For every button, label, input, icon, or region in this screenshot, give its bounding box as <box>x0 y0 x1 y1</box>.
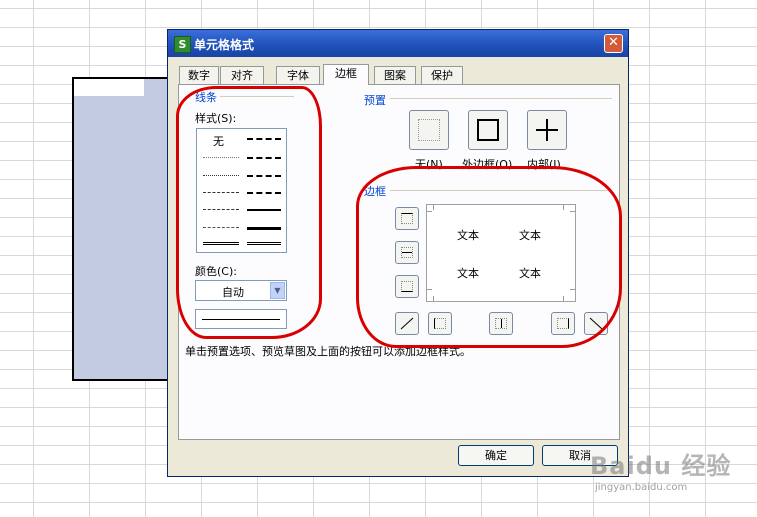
close-icon: ✕ <box>608 35 619 50</box>
preset-inside-button[interactable] <box>527 110 567 150</box>
presets-group-title: 预置 <box>364 94 386 107</box>
tab-pattern[interactable]: 图案 <box>374 66 416 84</box>
annotation-circle-border <box>356 166 622 348</box>
tab-alignment[interactable]: 对齐 <box>220 66 264 84</box>
dialog-titlebar[interactable]: S 单元格格式 ✕ <box>168 30 628 57</box>
watermark-url: jingyan.baidu.com <box>595 482 688 493</box>
close-button[interactable]: ✕ <box>604 34 623 53</box>
border-outline-icon <box>477 119 499 141</box>
tab-font[interactable]: 字体 <box>276 66 320 84</box>
preset-none-button[interactable] <box>409 110 449 150</box>
presets-divider <box>390 98 612 99</box>
dialog-title: 单元格格式 <box>194 38 255 52</box>
baidu-watermark: Baidu 经验 <box>590 452 732 480</box>
tab-number[interactable]: 数字 <box>179 66 219 84</box>
border-inside-icon <box>536 119 558 141</box>
tab-protection[interactable]: 保护 <box>421 66 463 84</box>
ok-button[interactable]: 确定 <box>458 445 534 466</box>
selected-cell-range[interactable] <box>72 77 168 381</box>
annotation-circle-line <box>176 86 322 339</box>
wps-app-icon: S <box>174 36 191 53</box>
active-cell[interactable] <box>74 79 144 96</box>
tab-border[interactable]: 边框 <box>323 64 369 85</box>
preset-outline-button[interactable] <box>468 110 508 150</box>
border-none-icon <box>418 119 440 141</box>
